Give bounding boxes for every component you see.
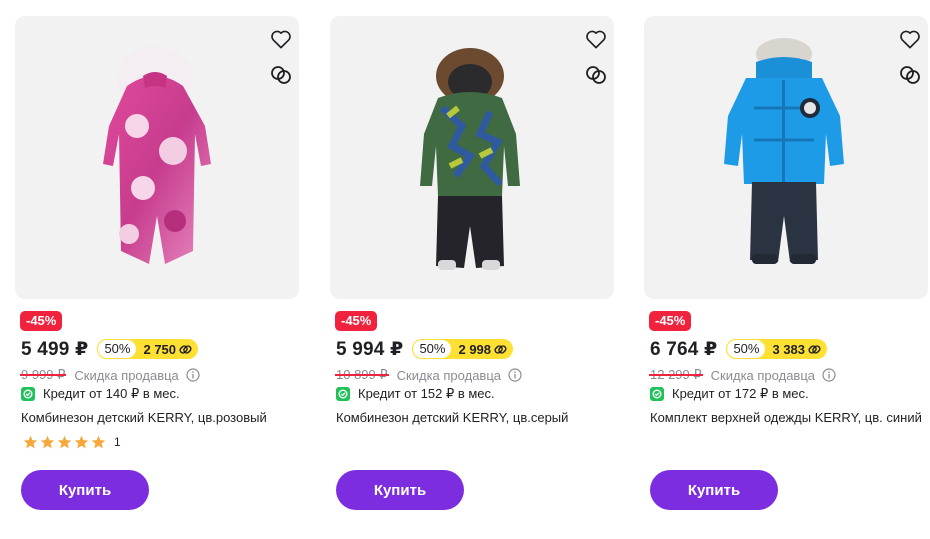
product-image[interactable] (15, 16, 299, 299)
price-row: 5 499 ₽ 50% 2 750 (21, 337, 199, 361)
promo-value: 2 998 (458, 341, 492, 357)
pink-snowsuit-image (103, 46, 211, 264)
seller-discount-label: Скидка продавца (396, 367, 502, 383)
credit-text: Кредит от 172 ₽ в мес. (672, 386, 809, 401)
compare-icon (586, 66, 606, 84)
heart-icon (586, 30, 606, 49)
old-price-row: 12 299 ₽ Скидка продавца (649, 367, 836, 383)
product-title[interactable]: Комплект верхней одежды KERRY, цв. синий (650, 409, 922, 426)
buy-button[interactable]: Купить (650, 470, 778, 510)
credit-text: Кредит от 140 ₽ в мес. (43, 386, 180, 401)
compare-icon (271, 66, 291, 84)
old-price: 9 999 ₽ (19, 367, 67, 382)
info-icon[interactable] (822, 368, 836, 382)
discount-badge: -45% (20, 311, 63, 331)
compare-button[interactable] (897, 62, 923, 88)
promo-value: 2 750 (143, 341, 177, 357)
promo-percent: 50% (412, 339, 453, 359)
buy-button[interactable]: Купить (336, 470, 464, 510)
old-price-row: 10 899 ₽ Скидка продавца (335, 367, 522, 383)
star-icon (40, 435, 55, 449)
seller-discount-label: Скидка продавца (710, 367, 816, 383)
discount-badge: -45% (335, 311, 378, 331)
product-card[interactable]: -45% 5 499 ₽ 50% 2 750 9 999 ₽ Скидка пр… (15, 16, 299, 526)
discount-badge: -45% (649, 311, 692, 331)
promo-percent: 50% (97, 339, 138, 359)
star-icon (91, 435, 106, 449)
star-icon (57, 435, 72, 449)
product-card[interactable]: -45% 6 764 ₽ 50% 3 383 12 299 ₽ Скидка п… (644, 16, 928, 526)
old-price: 10 899 ₽ (335, 367, 389, 382)
favorite-button[interactable] (897, 26, 923, 52)
link-icon (494, 343, 507, 356)
credit-icon (336, 387, 350, 401)
old-price: 12 299 ₽ (649, 367, 703, 382)
review-count: 1 (114, 435, 121, 449)
promo-percent: 50% (726, 339, 767, 359)
favorite-button[interactable] (268, 26, 294, 52)
product-image[interactable] (330, 16, 614, 299)
price: 6 764 ₽ (650, 338, 718, 360)
blue-outerwear-set-image (724, 38, 844, 264)
price-row: 5 994 ₽ 50% 2 998 (336, 337, 514, 361)
old-price-row: 9 999 ₽ Скидка продавца (19, 367, 200, 383)
promo-badge[interactable]: 50% 2 750 (97, 339, 199, 359)
heart-icon (900, 30, 920, 49)
product-grid: -45% 5 499 ₽ 50% 2 750 9 999 ₽ Скидка пр… (0, 0, 930, 539)
promo-badge[interactable]: 50% 3 383 (726, 339, 828, 359)
credit-text: Кредит от 152 ₽ в мес. (358, 386, 495, 401)
info-icon[interactable] (186, 368, 200, 382)
compare-button[interactable] (268, 62, 294, 88)
product-title[interactable]: Комбинезон детский KERRY, цв.серый (336, 409, 608, 426)
info-icon[interactable] (508, 368, 522, 382)
grey-snowsuit-image (420, 48, 520, 270)
price-row: 6 764 ₽ 50% 3 383 (650, 337, 828, 361)
seller-discount-label: Скидка продавца (74, 367, 179, 383)
heart-icon (271, 30, 291, 49)
promo-value: 3 383 (772, 341, 806, 357)
product-card[interactable]: -45% 5 994 ₽ 50% 2 998 10 899 ₽ Скидка п… (330, 16, 614, 526)
favorite-button[interactable] (583, 26, 609, 52)
credit-icon (21, 387, 35, 401)
star-icon (23, 435, 38, 449)
compare-icon (900, 66, 920, 84)
rating[interactable]: 1 (23, 435, 121, 449)
credit-row: Кредит от 140 ₽ в мес. (21, 386, 180, 402)
product-image[interactable] (644, 16, 928, 299)
link-icon (808, 343, 821, 356)
credit-icon (650, 387, 664, 401)
price: 5 499 ₽ (21, 338, 89, 360)
product-title[interactable]: Комбинезон детский KERRY, цв.розовый (21, 409, 293, 426)
promo-badge[interactable]: 50% 2 998 (412, 339, 514, 359)
buy-button[interactable]: Купить (21, 470, 149, 510)
star-icon (74, 435, 89, 449)
compare-button[interactable] (583, 62, 609, 88)
price: 5 994 ₽ (336, 338, 404, 360)
credit-row: Кредит от 172 ₽ в мес. (650, 386, 809, 402)
credit-row: Кредит от 152 ₽ в мес. (336, 386, 495, 402)
link-icon (179, 343, 192, 356)
